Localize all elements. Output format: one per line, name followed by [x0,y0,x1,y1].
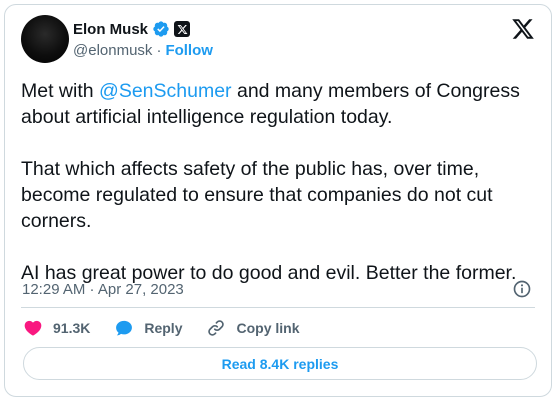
info-icon[interactable] [512,279,532,299]
x-affiliation-icon [174,21,191,37]
author-handle[interactable]: @elonmusk [73,42,152,59]
like-button[interactable]: 91.3K [23,318,90,338]
x-logo-icon[interactable] [511,17,535,41]
mention-link[interactable]: @SenSchumer [99,80,232,102]
tweet-text: Met with @SenSchumer and many members of… [21,78,541,286]
tweet-paragraph-1: Met with @SenSchumer and many members of… [21,78,541,130]
follow-button[interactable]: Follow [165,42,213,59]
author-handle-row: @elonmusk · Follow [73,42,213,59]
avatar[interactable] [21,15,69,63]
tweet-card: Elon Musk @elonmusk · Follow Met with @S… [4,4,552,397]
author-display-name[interactable]: Elon Musk [73,21,148,38]
like-count: 91.3K [53,320,91,336]
tweet-paragraph-2: That which affects safety of the public … [21,158,493,232]
author-name-row: Elon Musk [73,18,191,40]
tweet-text-segment: Met with [21,80,100,102]
verified-badge-icon [153,21,169,37]
tweet-timestamp[interactable]: 12:29 AM · Apr 27, 2023 [22,281,184,298]
copy-link-button[interactable]: Copy link [206,318,300,338]
reply-button[interactable]: Reply [114,318,182,338]
action-bar: 91.3K Reply Copy link [23,317,324,339]
reply-label: Reply [144,320,183,336]
read-replies-button[interactable]: Read 8.4K replies [23,347,537,380]
divider [21,307,535,308]
heart-icon [24,320,42,336]
handle-separator: · [156,42,162,59]
copy-link-label: Copy link [236,320,300,336]
link-icon [208,320,225,336]
reply-bubble-icon [116,320,133,336]
